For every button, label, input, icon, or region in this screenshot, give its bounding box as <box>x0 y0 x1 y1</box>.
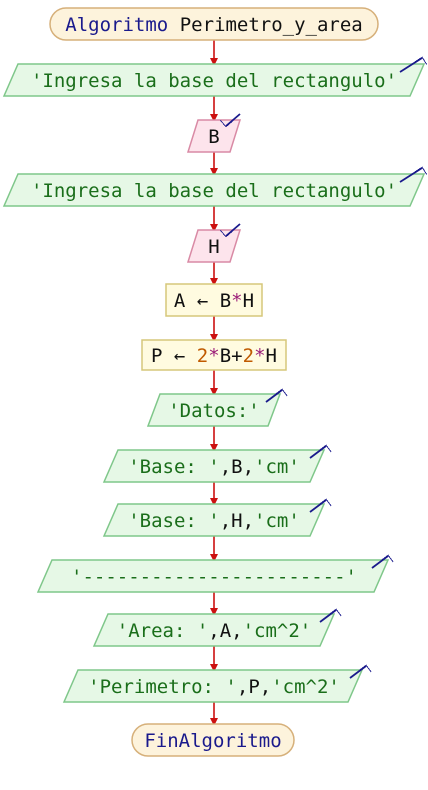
expr-token: H <box>243 290 254 312</box>
read-base-var: B <box>208 126 219 148</box>
output-prompt-base[interactable]: 'Ingresa la base del rectangulo' <box>2 58 424 97</box>
output-prompt-base-text: 'Ingresa la base del rectangulo' <box>31 70 397 92</box>
start-keyword: Algoritmo <box>65 14 168 36</box>
output-datos[interactable]: 'Datos:' <box>146 390 282 427</box>
end-terminal[interactable]: FinAlgoritmo <box>131 723 295 757</box>
assign-target: A <box>174 290 186 312</box>
output-area-text: 'Area: ',A,'cm^2' <box>117 620 311 642</box>
read-height-var: H <box>208 236 219 258</box>
end-keyword: FinAlgoritmo <box>144 730 281 752</box>
output-separator-text: '-----------------------' <box>71 566 357 588</box>
output-prompt-height[interactable]: 'Ingresa la base del rectangulo' <box>2 168 424 207</box>
expr-token: B <box>220 290 231 312</box>
start-terminal[interactable]: Algoritmo Perimetro_y_area <box>49 7 379 41</box>
output-base-b[interactable]: 'Base: ',B,'cm' <box>102 446 326 483</box>
output-separator[interactable]: '-----------------------' <box>36 556 388 593</box>
expr-token: * <box>208 345 219 367</box>
process-area[interactable]: A ← B*H <box>165 283 263 317</box>
process-perimeter[interactable]: P ← 2*B+2*H <box>141 339 287 371</box>
assign-arrow: ← <box>185 290 219 312</box>
expr-token: + <box>231 345 242 367</box>
flowchart-canvas: Algoritmo Perimetro_y_area 'Ingresa la b… <box>2 7 428 757</box>
expr-token: H <box>266 345 277 367</box>
process-area-text: A ← B*H <box>174 290 254 312</box>
expr-token: 2 <box>197 345 208 367</box>
expr-token: * <box>254 345 265 367</box>
output-base-b-text: 'Base: ',B,'cm' <box>128 456 300 478</box>
expr-token: B <box>220 345 231 367</box>
process-perimeter-text: P ← 2*B+2*H <box>151 345 277 367</box>
assign-arrow: ← <box>162 345 196 367</box>
output-datos-text: 'Datos:' <box>168 400 260 422</box>
assign-target: P <box>151 345 162 367</box>
expr-token: * <box>231 290 242 312</box>
output-perimeter[interactable]: 'Perimetro: ',P,'cm^2' <box>62 666 366 703</box>
algorithm-name: Perimetro_y_area <box>180 14 363 36</box>
output-prompt-height-text: 'Ingresa la base del rectangulo' <box>31 180 397 202</box>
read-base[interactable]: B <box>186 113 242 153</box>
svg-text:Algoritmo Perimetro_y_area: Algoritmo Perimetro_y_area <box>65 14 362 36</box>
output-perimeter-text: 'Perimetro: ',P,'cm^2' <box>88 676 340 698</box>
read-height[interactable]: H <box>186 223 242 263</box>
output-base-h-text: 'Base: ',H,'cm' <box>128 510 300 532</box>
output-base-h[interactable]: 'Base: ',H,'cm' <box>102 500 326 537</box>
expr-token: 2 <box>243 345 254 367</box>
output-area[interactable]: 'Area: ',A,'cm^2' <box>92 610 336 647</box>
